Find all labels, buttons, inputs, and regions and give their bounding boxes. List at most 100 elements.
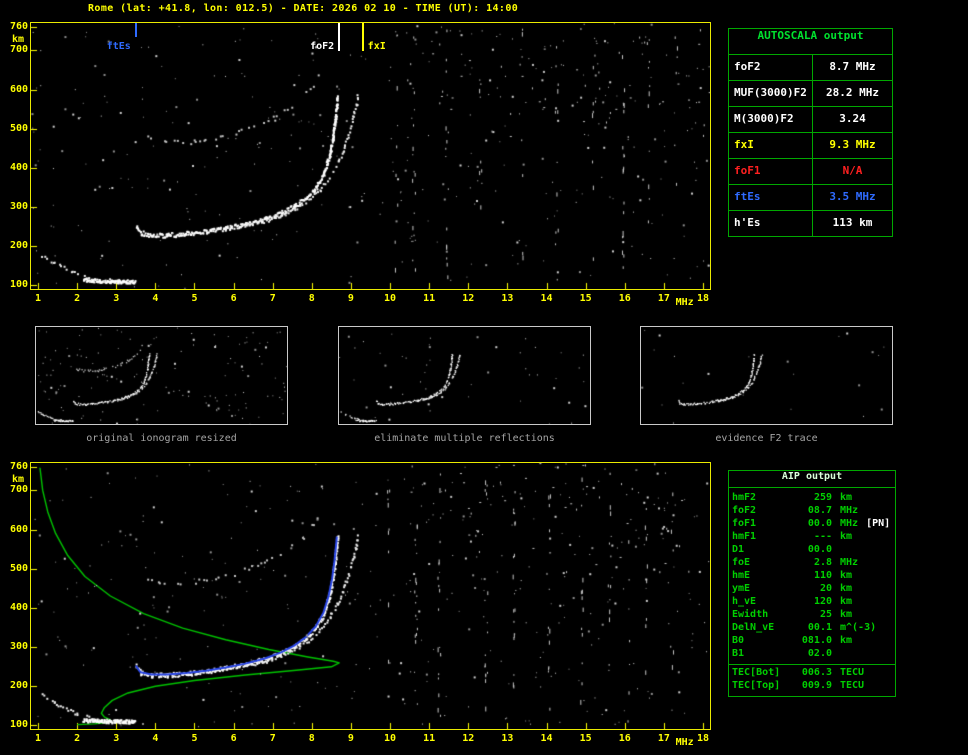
aip-row-label: hmE <box>732 570 751 581</box>
autoscala-row-value: 3.24 <box>839 112 866 125</box>
autoscala-row-foF1: foF1 N/A <box>729 158 892 184</box>
ionogram-top-ytick-400: 400 <box>9 161 28 173</box>
aip-row-B1: B1 02.0 <box>729 648 895 661</box>
autoscala-row-MUF(3000)F2: MUF(3000)F2 28.2 MHz <box>729 80 892 106</box>
aip-row-value: 120 <box>813 596 832 607</box>
autoscala-row-fxI: fxI 9.3 MHz <box>729 132 892 158</box>
ionogram-bottom-xtick-16: 16 <box>618 733 631 744</box>
aip-row-ymE: ymE 20 km <box>729 583 895 596</box>
thumbnail-plot-2 <box>339 327 590 424</box>
ionogram-bottom-xtick-11: 11 <box>423 733 436 744</box>
ftEs-marker-label: ftEs <box>106 41 131 52</box>
ionogram-top-plot <box>31 23 710 289</box>
thumbnail-caption-2: eliminate multiple reflections <box>374 433 555 444</box>
aip-table-rows: hmF2 259 km foF2 08.7 MHz foF1 00.0 MHz [PN] hmF1 -… <box>729 492 895 661</box>
ionogram-bottom-ytick-700: 700 <box>9 484 28 496</box>
aip-row-label: foF2 <box>732 505 757 516</box>
aip-row-value: 00.0 <box>807 518 832 529</box>
aip-tec-row-1: TEC[Bot] 006.3 TECU <box>729 667 895 680</box>
autoscala-row-ftEs: ftEs 3.5 MHz <box>729 184 892 210</box>
ionogram-bottom-ytick-760: 760 <box>9 461 28 472</box>
aip-row-D1: D1 00.0 <box>729 544 895 557</box>
fxI-marker-line <box>361 23 364 51</box>
aip-row-value: 25 <box>819 609 832 620</box>
ionogram-top-y-unit: km <box>11 34 24 45</box>
ionogram-bottom-x-unit: MHz <box>675 737 694 748</box>
aip-row-value: 02.0 <box>807 648 832 659</box>
aip-row-DelN_vE: DelN_vE 00.1 m^(-3) <box>729 622 895 635</box>
aip-row-label: foE <box>732 557 751 568</box>
ionogram-top-xtick-14: 14 <box>540 293 553 304</box>
aip-row-label: hmF1 <box>732 531 757 542</box>
aip-tec-value: 006.3 <box>801 667 832 678</box>
aip-tec-label: TEC[Top] <box>732 680 781 691</box>
aip-tec-label: TEC[Bot] <box>732 667 781 678</box>
autoscala-row-label: foF2 <box>729 55 813 80</box>
aip-row-label: DelN_vE <box>732 622 775 633</box>
aip-row-unit: km <box>840 492 853 503</box>
ionogram-top-xtick-3: 3 <box>113 293 120 304</box>
ionogram-bottom-plot <box>31 463 710 729</box>
autoscala-row-label: fxI <box>729 133 813 158</box>
station-date-time-title: Rome (lat: +41.8, lon: 012.5) - DATE: 20… <box>88 3 519 14</box>
autoscala-row-value: 3.5 MHz <box>829 190 876 203</box>
aip-row-value: 2.8 <box>813 557 832 568</box>
ionogram-top-xtick-2: 2 <box>74 293 81 304</box>
ionogram-top-ytick-500: 500 <box>9 122 28 134</box>
ionogram-bottom-xtick-17: 17 <box>657 733 670 744</box>
autoscala-row-value: N/A <box>842 164 863 177</box>
aip-row-value: 08.7 <box>807 505 832 516</box>
autoscala-row-value: 8.7 MHz <box>829 60 876 73</box>
ionogram-bottom-xtick-10: 10 <box>384 733 397 744</box>
ionogram-top-xtick-17: 17 <box>657 293 670 304</box>
ionogram-top-xtick-6: 6 <box>230 293 237 304</box>
aip-row-value: 00.1 <box>807 622 832 633</box>
aip-tec-unit: TECU <box>840 667 865 678</box>
aip-row-label: foF1 <box>732 518 757 529</box>
aip-row-unit: MHz <box>840 505 859 516</box>
aip-row-B0: B0 081.0 km <box>729 635 895 648</box>
aip-tec-unit: TECU <box>840 680 865 691</box>
ionogram-bottom-ytick-200: 200 <box>9 679 28 691</box>
aip-row-unit: km <box>840 635 853 646</box>
ionogram-bottom-ytick-100: 100 <box>9 719 28 730</box>
aip-row-note: [PN] <box>866 518 891 529</box>
ionogram-bottom-xtick-14: 14 <box>540 733 553 744</box>
aip-row-foF2: foF2 08.7 MHz <box>729 505 895 518</box>
autoscala-row-label: ftEs <box>729 185 813 210</box>
aip-row-label: hmF2 <box>732 492 757 503</box>
aip-row-value: 110 <box>813 570 832 581</box>
autoscala-table-rows: foF2 8.7 MHz MUF(3000)F2 28.2 MHz M(3000)F2 3… <box>729 54 892 236</box>
ionogram-bottom-xtick-3: 3 <box>113 733 120 744</box>
aip-row-unit: MHz <box>840 518 859 529</box>
ionogram-bottom-ytick-600: 600 <box>9 523 28 535</box>
ionogram-bottom-xtick-15: 15 <box>579 733 592 744</box>
ionogram-bottom-xtick-13: 13 <box>501 733 514 744</box>
aip-row-Ewidth: Ewidth 25 km <box>729 609 895 622</box>
aip-row-h_vE: h_vE 120 km <box>729 596 895 609</box>
aip-row-unit: MHz <box>840 557 859 568</box>
autoscala-output-table: AUTOSCALA output foF2 8.7 MHz MUF(3000)F2 2… <box>728 28 893 237</box>
foF2-marker-label: foF2 <box>310 41 335 52</box>
ionogram-bottom-ytick-500: 500 <box>9 562 28 574</box>
autoscala-row-label: h'Es <box>729 211 813 236</box>
autoscala-table-title: AUTOSCALA output <box>757 29 864 42</box>
aip-output-table: AIP output hmF2 259 km foF2 08.7 MHz foF1 00.0 M… <box>728 470 896 697</box>
ionogram-top-xtick-8: 8 <box>308 293 315 304</box>
ionogram-bottom-xtick-4: 4 <box>152 733 159 744</box>
autoscala-row-label: MUF(3000)F2 <box>729 81 813 106</box>
thumbnail-plot-1 <box>36 327 287 424</box>
autoscala-row-h'Es: h'Es 113 km <box>729 210 892 236</box>
aip-row-unit: km <box>840 596 853 607</box>
aip-row-label: Ewidth <box>732 609 769 620</box>
autoscala-row-label: foF1 <box>729 159 813 184</box>
ionogram-top-xtick-4: 4 <box>152 293 159 304</box>
aip-row-value: 259 <box>813 492 832 503</box>
ionogram-top-xtick-5: 5 <box>191 293 198 304</box>
ionogram-top-xtick-10: 10 <box>384 293 397 304</box>
ionogram-top-xtick-13: 13 <box>501 293 514 304</box>
aip-row-unit: km <box>840 609 853 620</box>
ionogram-bottom-xtick-8: 8 <box>308 733 315 744</box>
autoscala-row-foF2: foF2 8.7 MHz <box>729 54 892 80</box>
aip-tec-value: 009.9 <box>801 680 832 691</box>
